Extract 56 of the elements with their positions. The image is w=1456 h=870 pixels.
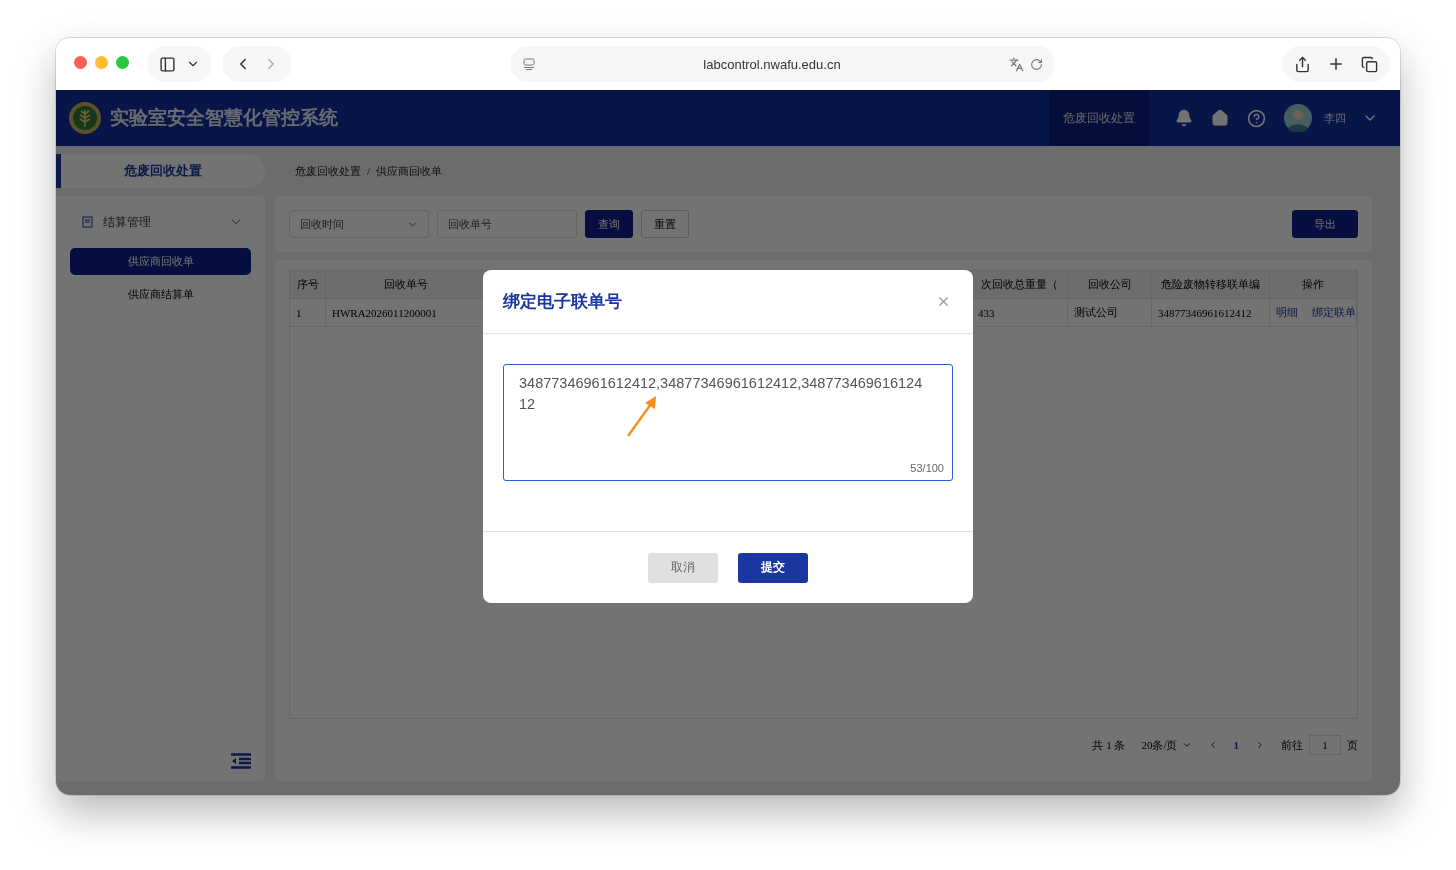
url-text: labcontrol.nwafu.edu.cn: [702, 56, 842, 72]
sidebar-icon[interactable]: [159, 55, 176, 73]
dialog-title: 绑定电子联单号: [503, 291, 622, 313]
collapse-menu-icon[interactable]: [231, 753, 251, 769]
breadcrumb-item[interactable]: 供应商回收单: [376, 163, 443, 179]
cancel-button[interactable]: 取消: [648, 552, 718, 583]
column-header: 危险废物转移联单编: [1152, 271, 1270, 299]
number-field[interactable]: 回收单号: [437, 210, 577, 238]
logo-icon: [68, 101, 102, 135]
translate-icon[interactable]: [1008, 56, 1024, 72]
reset-button[interactable]: 重置: [641, 210, 689, 238]
reload-icon[interactable]: [1029, 57, 1043, 71]
share-icon[interactable]: [1294, 55, 1311, 73]
tabs-icon[interactable]: [1361, 55, 1378, 73]
search-button[interactable]: 查询: [585, 210, 633, 238]
sidebar-group[interactable]: 结算管理: [70, 210, 251, 234]
column-header: 回收单号: [326, 271, 486, 299]
action-link[interactable]: 明细: [1276, 305, 1298, 320]
column-header: 次回收总重量（: [972, 271, 1068, 299]
column-header: 操作: [1270, 271, 1357, 299]
zoom-window-button[interactable]: [116, 56, 129, 69]
column-header: 序号: [290, 271, 326, 299]
bell-icon[interactable]: [1175, 109, 1193, 127]
next-page-icon[interactable]: [1255, 740, 1265, 750]
user-name: 李四: [1324, 110, 1346, 126]
home-icon[interactable]: [1211, 109, 1229, 127]
table-cell: 34877346961612412: [1152, 299, 1270, 327]
header-menu-item[interactable]: 危废回收处置: [1049, 90, 1149, 146]
sidebar-item[interactable]: 供应商回收单: [70, 248, 251, 275]
submit-button[interactable]: 提交: [738, 552, 808, 583]
column-header: 回收公司: [1068, 271, 1152, 299]
goto-label: 前往: [1281, 737, 1303, 753]
close-window-button[interactable]: [74, 56, 87, 69]
sidebar-section-title: 危废回收处置: [56, 154, 265, 188]
export-button[interactable]: 导出: [1292, 210, 1358, 238]
goto-field[interactable]: 1: [1309, 735, 1341, 755]
new-tab-icon[interactable]: [1327, 55, 1345, 73]
total-count: 共 1 条: [1092, 737, 1126, 753]
sidebar-item[interactable]: 供应商结算单: [70, 281, 251, 308]
character-counter: 53/100: [910, 462, 944, 474]
avatar-icon: [1284, 104, 1312, 132]
page-size-select[interactable]: 20条/页: [1141, 737, 1178, 753]
page-icon: [521, 57, 536, 71]
action-link[interactable]: 绑定联单: [1312, 305, 1356, 320]
page-number[interactable]: 1: [1233, 739, 1239, 751]
table-cell: 测试公司: [1068, 299, 1152, 327]
arrow-icon: [625, 394, 659, 438]
date-field[interactable]: 回收时间: [289, 210, 429, 238]
table-cell: 1: [290, 299, 326, 327]
goto-unit: 页: [1347, 737, 1358, 753]
close-icon[interactable]: [936, 294, 951, 309]
breadcrumb-separator: /: [367, 165, 371, 177]
help-icon[interactable]: [1247, 108, 1266, 128]
breadcrumb-item[interactable]: 危废回收处置: [295, 163, 361, 179]
app-title: 实验室安全智慧化管控系统: [110, 106, 338, 130]
document-icon: [82, 216, 93, 228]
